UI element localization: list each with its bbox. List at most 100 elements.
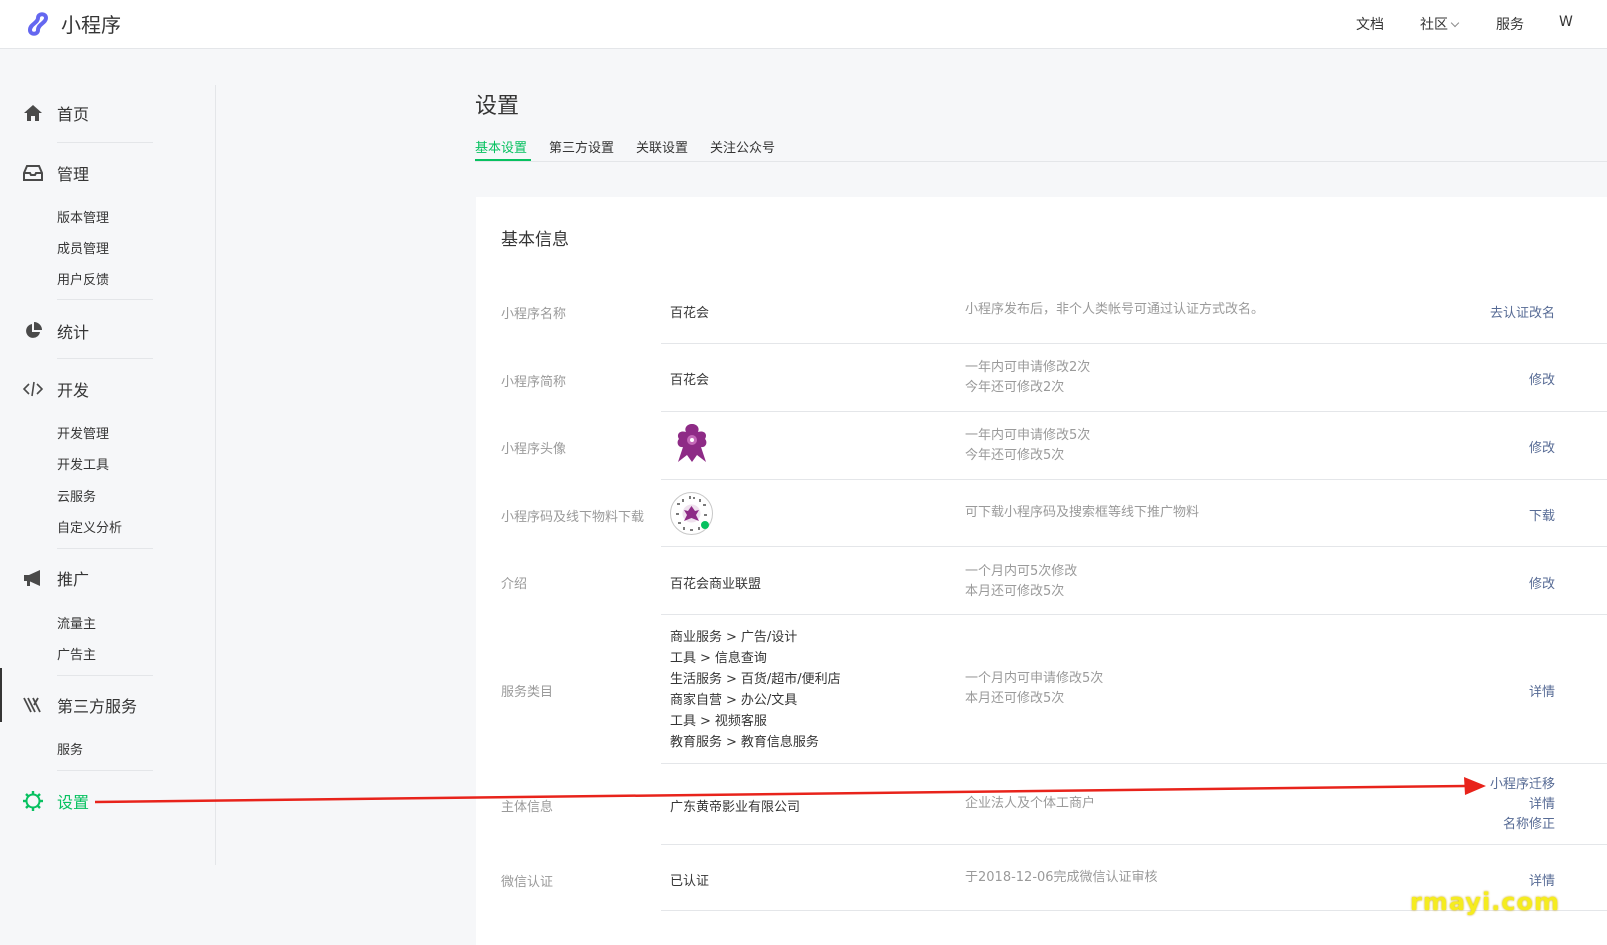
desc-line: 小程序发布后，非个人类帐号可通过认证方式改名。: [965, 302, 1265, 317]
row-label-short-name: 小程序简称: [501, 375, 567, 390]
app-title: 小程序: [61, 13, 121, 37]
category-primary: 工具: [670, 714, 697, 729]
entity-actions: 小程序迁移 详情 名称修正: [1490, 775, 1555, 835]
sidebar-item-dev-tools[interactable]: 开发工具: [57, 454, 109, 473]
mini-program-logo-icon: [27, 11, 49, 36]
desc-line: 一年内可申请修改5次: [965, 428, 1091, 443]
row-label-categories: 服务类目: [501, 685, 554, 700]
desc-line: 今年还可修改2次: [965, 380, 1065, 395]
top-bar: 小程序 文档 社区 服务 W: [0, 0, 1607, 49]
tab-follow-official-account[interactable]: 关注公众号: [710, 137, 775, 156]
edit-intro-link[interactable]: 修改: [1529, 573, 1555, 592]
edit-avatar-link[interactable]: 修改: [1529, 437, 1555, 456]
sidebar-item-custom-analysis[interactable]: 自定义分析: [57, 517, 122, 536]
megaphone-icon: [22, 567, 44, 589]
desc-line: 今年还可修改5次: [965, 448, 1065, 463]
entity-detail-link[interactable]: 详情: [1490, 795, 1555, 815]
row-value-intro: 百花会商业联盟: [670, 577, 762, 592]
sidebar-item-label: 设置: [57, 793, 90, 812]
code-icon: [22, 378, 44, 400]
tab-third-party-settings[interactable]: 第三方设置: [549, 137, 614, 156]
row-value-entity: 广东黄帝影业有限公司: [670, 800, 801, 815]
sidebar-divider: [57, 548, 153, 549]
pie-chart-icon: [22, 320, 44, 342]
row-label-avatar: 小程序头像: [501, 442, 567, 457]
row-value-short-name: 百花会: [670, 373, 710, 388]
name-correction-link[interactable]: 名称修正: [1490, 815, 1555, 835]
sidebar-item-manage[interactable]: 管理: [22, 161, 89, 185]
sidebar-item-dev[interactable]: 开发: [22, 377, 89, 401]
category-secondary: 广告/设计: [740, 630, 798, 645]
sidebar-item-cloud[interactable]: 云服务: [57, 486, 96, 505]
desc-line: 一年内可申请修改2次: [965, 360, 1091, 375]
sidebar-item-label: 管理: [57, 165, 90, 184]
gear-icon: [22, 790, 44, 812]
sidebar-item-version-manage[interactable]: 版本管理: [57, 207, 109, 226]
logo[interactable]: 小程序: [24, 9, 121, 38]
sidebar-item-home[interactable]: 首页: [22, 101, 89, 125]
nav-truncated[interactable]: W: [1559, 14, 1573, 30]
row-label-entity: 主体信息: [501, 800, 554, 815]
category-item: 商家自营 > 办公/文具: [670, 690, 841, 711]
nav-community[interactable]: 社区: [1420, 14, 1460, 34]
desc-line: 一个月内可5次修改: [965, 564, 1078, 579]
nav-docs[interactable]: 文档: [1356, 14, 1384, 34]
row-divider: [661, 411, 1607, 412]
migrate-mini-program-link[interactable]: 小程序迁移: [1490, 775, 1555, 795]
row-divider: [661, 763, 1607, 764]
sidebar-item-promo[interactable]: 推广: [22, 566, 89, 590]
category-separator: >: [726, 693, 737, 708]
category-primary: 工具: [670, 651, 697, 666]
category-separator: >: [726, 630, 737, 645]
nav-service[interactable]: 服务: [1496, 14, 1524, 34]
row-desc-intro: 一个月内可5次修改 本月还可修改5次: [965, 562, 1077, 602]
third-party-icon: [22, 694, 44, 716]
sidebar-active-indicator: [0, 668, 2, 722]
sidebar-item-advertiser[interactable]: 广告主: [57, 644, 96, 663]
row-desc-wechat-verify: 于2018-12-06完成微信认证审核: [965, 868, 1158, 888]
sidebar-item-stats[interactable]: 统计: [22, 319, 89, 343]
row-divider: [661, 343, 1607, 344]
category-list: 商业服务 > 广告/设计 工具 > 信息查询 生活服务 > 百货/超市/便利店 商家自营 > 办…: [670, 627, 841, 753]
sidebar-item-label: 首页: [57, 105, 90, 124]
row-desc-entity: 企业法人及个体工商户: [965, 794, 1095, 814]
sidebar-item-traffic-owner[interactable]: 流量主: [57, 613, 96, 632]
categories-detail-link[interactable]: 详情: [1529, 681, 1555, 700]
tab-basic-settings[interactable]: 基本设置: [475, 137, 527, 156]
sidebar-item-label: 第三方服务: [57, 697, 138, 716]
sidebar-item-user-feedback[interactable]: 用户反馈: [57, 269, 109, 288]
mini-program-avatar: [677, 424, 707, 462]
sidebar-item-third-party[interactable]: 第三方服务: [22, 693, 137, 717]
row-divider: [661, 614, 1607, 615]
category-item: 生活服务 > 百货/超市/便利店: [670, 669, 841, 690]
row-desc-short-name: 一年内可申请修改2次 今年还可修改2次: [965, 358, 1090, 398]
row-value-name: 百花会: [670, 306, 710, 321]
category-primary: 教育服务: [670, 735, 723, 750]
go-verify-rename-link[interactable]: 去认证改名: [1490, 302, 1555, 321]
edit-short-name-link[interactable]: 修改: [1529, 369, 1555, 388]
desc-line: 企业法人及个体工商户: [965, 796, 1096, 811]
row-label-intro: 介绍: [501, 577, 528, 592]
sidebar-divider: [57, 142, 153, 143]
tab-association-settings[interactable]: 关联设置: [636, 137, 688, 156]
sidebar-item-service[interactable]: 服务: [57, 739, 83, 758]
category-separator: >: [700, 714, 711, 729]
category-primary: 商家自营: [670, 693, 723, 708]
home-icon: [22, 102, 44, 124]
desc-line: 本月还可修改5次: [965, 691, 1065, 706]
sidebar-divider: [57, 358, 153, 359]
sidebar-item-label: 统计: [57, 323, 90, 342]
verify-detail-link[interactable]: 详情: [1529, 870, 1555, 889]
row-label-name: 小程序名称: [501, 307, 567, 322]
row-divider: [661, 844, 1607, 845]
mini-program-code-image: [670, 492, 713, 535]
sidebar-item-member-manage[interactable]: 成员管理: [57, 238, 109, 257]
inbox-icon: [22, 162, 44, 184]
sidebar-item-dev-manage[interactable]: 开发管理: [57, 423, 109, 442]
row-value-wechat-verify: 已认证: [670, 874, 710, 889]
sidebar-item-label: 推广: [57, 570, 90, 589]
row-desc-avatar: 一年内可申请修改5次 今年还可修改5次: [965, 426, 1090, 466]
download-link[interactable]: 下载: [1529, 505, 1555, 524]
sidebar-item-settings[interactable]: 设置: [22, 789, 89, 813]
desc-line: 于2018-12-06完成微信认证审核: [965, 870, 1158, 885]
